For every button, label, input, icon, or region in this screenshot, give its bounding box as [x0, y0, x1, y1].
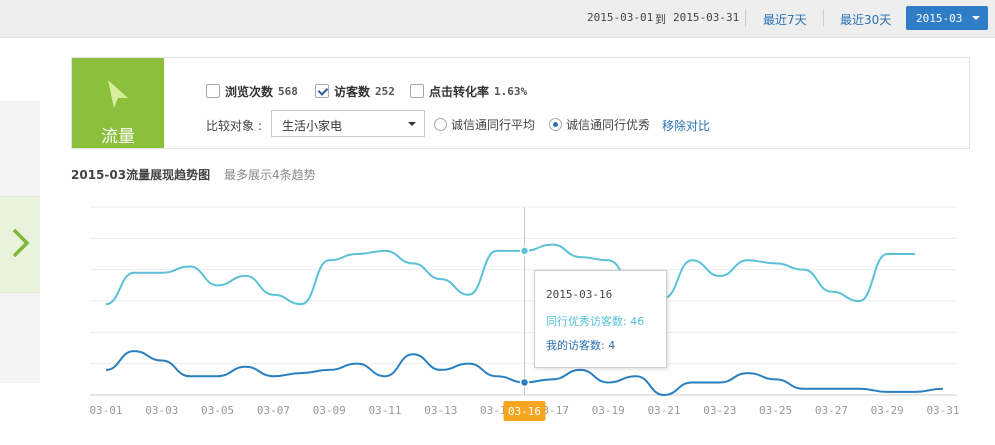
x-tick-label: 03-07	[257, 404, 290, 417]
x-tick-label: 03-23	[703, 404, 736, 417]
tooltip-mine-row: 我的访客数: 4	[546, 337, 615, 353]
highlight-tick-label: 03-16	[508, 405, 541, 418]
x-tick-label: 03-19	[592, 404, 625, 417]
tooltip-value: 46	[630, 315, 645, 328]
x-tick-label: 03-05	[201, 404, 234, 417]
x-tick-label: 03-03	[145, 404, 178, 417]
x-tick-label: 03-11	[368, 404, 401, 417]
series-point-peer[interactable]	[519, 246, 530, 256]
tooltip-peer-row: 同行优秀访客数: 46	[546, 313, 644, 329]
x-tick-label: 03-09	[313, 404, 346, 417]
series-line-peer[interactable]	[105, 243, 916, 306]
x-tick-label: 03-21	[647, 404, 680, 417]
x-tick-label: 03-27	[815, 404, 848, 417]
trend-chart[interactable]: 03-01 03-03 03-05 03-07 03-09 03-11 03-13 03-15…	[0, 0, 995, 445]
tooltip-value: 4	[608, 339, 616, 352]
tooltip-label: 我的访客数:	[546, 339, 605, 352]
x-tick-label: 03-29	[871, 404, 904, 417]
x-tick-label: 03-01	[89, 404, 122, 417]
tooltip-label: 同行优秀访客数:	[546, 315, 627, 328]
x-tick-label: 03-25	[759, 404, 792, 417]
chart-tooltip: 2015-03-16 同行优秀访客数: 46 我的访客数: 4	[534, 270, 667, 368]
series-point-mine[interactable]	[519, 377, 530, 388]
x-tick-label: 03-13	[424, 404, 457, 417]
tooltip-date: 2015-03-16	[546, 288, 613, 301]
x-tick-label: 03-31	[926, 404, 959, 417]
